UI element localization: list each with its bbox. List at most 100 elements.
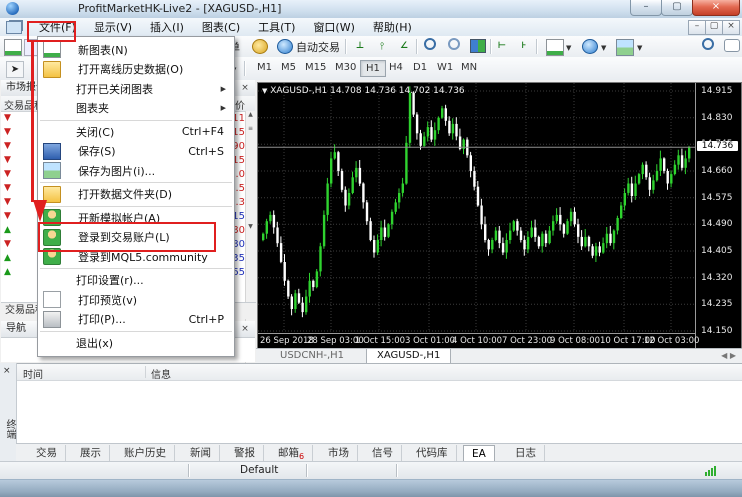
terminal-header: 时间 信息 bbox=[17, 364, 742, 381]
price-tick-label: 14.915 bbox=[701, 86, 733, 96]
file-menu-item-label: 图表夹 bbox=[76, 100, 109, 116]
file-menu-item-5[interactable]: 保存(S)Ctrl+S bbox=[38, 142, 234, 162]
file-menu-item-label: 退出(x) bbox=[76, 335, 113, 351]
periods-dropdown-arrow[interactable]: ▼ bbox=[601, 44, 606, 52]
save-picture-icon bbox=[43, 162, 61, 179]
timeframe-h1[interactable]: H1 bbox=[360, 60, 386, 77]
file-menu-item-12[interactable]: 打印预览(v) bbox=[38, 290, 234, 310]
coins-icon[interactable] bbox=[252, 39, 268, 54]
price-tick-label: 14.235 bbox=[701, 299, 733, 309]
menu-separator bbox=[40, 182, 232, 183]
minimize-button[interactable]: – bbox=[630, 0, 662, 16]
new-chart-icon bbox=[43, 41, 61, 58]
close-button[interactable]: × bbox=[692, 0, 740, 16]
toolbar-separator bbox=[345, 39, 347, 54]
chat-icon[interactable] bbox=[724, 39, 740, 52]
file-menu-item-4[interactable]: 关闭(C)Ctrl+F4 bbox=[38, 122, 234, 142]
navigator-close-icon[interactable]: × bbox=[239, 323, 251, 335]
tile-windows-icon[interactable] bbox=[470, 39, 486, 53]
file-menu-item-11[interactable]: 打印设置(r)... bbox=[38, 271, 234, 291]
timeframe-mn[interactable]: MN bbox=[456, 60, 482, 75]
search-icon[interactable] bbox=[700, 38, 716, 53]
file-menu-item-label: 打开已关闭图表 bbox=[76, 81, 153, 97]
zoom-in-icon[interactable] bbox=[422, 38, 438, 53]
annotation-box-file-menu bbox=[27, 21, 76, 42]
file-menu-item-1[interactable]: 打开离线历史数据(O) bbox=[38, 60, 234, 80]
toolbox-tab-日志[interactable]: 日志 bbox=[507, 445, 545, 461]
toolbox-tab-信号[interactable]: 信号 bbox=[364, 445, 402, 461]
toolbox-tab-账户历史[interactable]: 账户历史 bbox=[116, 445, 175, 461]
chart-tab-scroll-arrows[interactable]: ◀ ▶ bbox=[721, 351, 736, 360]
chart-shift-icon[interactable]: ⊦ bbox=[516, 39, 532, 54]
app-icon bbox=[6, 2, 19, 15]
timeframe-m15[interactable]: M15 bbox=[300, 60, 331, 75]
message-column-header[interactable]: 信息 bbox=[151, 366, 171, 381]
file-menu-item-label: 打开数据文件夹(D) bbox=[78, 186, 172, 202]
file-menu-item-13[interactable]: 打印(P)...Ctrl+P bbox=[38, 310, 234, 330]
timeframe-h4[interactable]: H4 bbox=[384, 60, 408, 75]
timeframe-m30[interactable]: M30 bbox=[330, 60, 361, 75]
chart-tab-xagusdh1[interactable]: XAGUSD-,H1 bbox=[366, 349, 451, 364]
down-arrow-icon: ▼ bbox=[4, 155, 11, 165]
file-menu-item-7[interactable]: 打开数据文件夹(D) bbox=[38, 185, 234, 205]
toolbox-tab-警报[interactable]: 警报 bbox=[226, 445, 264, 461]
toolbox-tab-交易[interactable]: 交易 bbox=[28, 445, 66, 461]
chart-canvas[interactable]: ▼ XAGUSD-,H1 14.708 14.736 14.702 14.736… bbox=[257, 82, 742, 349]
candlestick-icon[interactable]: ⫯ bbox=[374, 39, 390, 54]
indicators-dropdown-arrow[interactable]: ▼ bbox=[566, 44, 571, 52]
child-close-button[interactable]: × bbox=[722, 20, 740, 35]
toolbox-tab-新闻[interactable]: 新闻 bbox=[182, 445, 220, 461]
menu-5[interactable]: 窗口(W) bbox=[304, 19, 363, 36]
file-menu-item-label: 打印预览(v) bbox=[78, 292, 137, 308]
menu-3[interactable]: 图表(C) bbox=[193, 19, 249, 36]
shortcut-label: Ctrl+P bbox=[189, 313, 224, 326]
autotrade-button[interactable]: 自动交易 bbox=[296, 39, 340, 55]
toolbox-tab-代码库[interactable]: 代码库 bbox=[408, 445, 457, 461]
timeframe-m1[interactable]: M1 bbox=[252, 60, 277, 75]
file-menu-item-0[interactable]: 新图表(N) bbox=[38, 40, 234, 60]
window-frame-bottom bbox=[0, 479, 742, 497]
file-menu-dropdown: 新图表(N) 打开离线历史数据(O)打开已关闭图表▶图表夹▶ 关闭(C)Ctrl+F… bbox=[37, 36, 235, 357]
bar-chart-icon[interactable]: ⊥ bbox=[352, 39, 368, 54]
file-menu-item-3[interactable]: 图表夹▶ bbox=[38, 99, 234, 119]
file-menu-item-14[interactable]: 退出(x) bbox=[38, 333, 234, 353]
annotation-arrow-head bbox=[33, 200, 47, 222]
toolbox-tab-邮箱[interactable]: 邮箱6 bbox=[270, 445, 313, 461]
templates-icon[interactable] bbox=[616, 39, 634, 56]
file-menu-item-label: 保存(S) bbox=[78, 143, 116, 159]
autoscroll-icon[interactable]: ⊢ bbox=[494, 39, 510, 54]
menu-1[interactable]: 显示(V) bbox=[85, 19, 141, 36]
cursor-icon[interactable]: ➤ bbox=[6, 61, 24, 78]
autotrade-icon[interactable] bbox=[277, 39, 293, 54]
up-arrow-icon: ▲ bbox=[4, 267, 11, 277]
price-tick-label: 14.575 bbox=[701, 193, 733, 203]
timeframe-m5[interactable]: M5 bbox=[276, 60, 301, 75]
toolbox-tab-ea[interactable]: EA bbox=[463, 445, 495, 462]
terminal-close-icon[interactable]: × bbox=[3, 366, 11, 376]
child-restore-button[interactable]: ▢ bbox=[705, 20, 723, 35]
chart-tab-usdcnhh1[interactable]: USDCNH-,H1 bbox=[270, 349, 354, 363]
timeframe-w1[interactable]: W1 bbox=[432, 60, 458, 75]
indicators-icon[interactable] bbox=[546, 39, 564, 56]
zoom-out-icon[interactable] bbox=[446, 38, 462, 53]
file-menu-item-2[interactable]: 打开已关闭图表▶ bbox=[38, 79, 234, 99]
maximize-button[interactable]: ▢ bbox=[661, 0, 693, 16]
file-menu-item-6[interactable]: 保存为图片(i)... bbox=[38, 161, 234, 181]
menu-6[interactable]: 帮助(H) bbox=[364, 19, 421, 36]
line-chart-icon[interactable]: ∠ bbox=[396, 39, 412, 54]
menu-4[interactable]: 工具(T) bbox=[249, 19, 304, 36]
templates-dropdown-arrow[interactable]: ▼ bbox=[637, 44, 642, 52]
file-menu-item-label: 新图表(N) bbox=[78, 42, 128, 58]
toolbox-tab-展示[interactable]: 展示 bbox=[72, 445, 110, 461]
toolbox-tab-市场[interactable]: 市场 bbox=[320, 445, 358, 461]
print-preview-icon bbox=[43, 291, 61, 308]
child-minimize-button[interactable]: – bbox=[688, 20, 706, 35]
periods-clock-icon[interactable] bbox=[582, 39, 598, 54]
market-watch-close-icon[interactable]: × bbox=[239, 82, 251, 94]
terminal-sidebar-label[interactable]: 终端 bbox=[2, 419, 17, 439]
child-window-icon[interactable] bbox=[6, 21, 22, 34]
menu-2[interactable]: 插入(I) bbox=[141, 19, 193, 36]
new-chart-icon[interactable] bbox=[4, 39, 22, 56]
time-column-header[interactable]: 时间 bbox=[23, 366, 43, 381]
timeframe-d1[interactable]: D1 bbox=[408, 60, 432, 75]
